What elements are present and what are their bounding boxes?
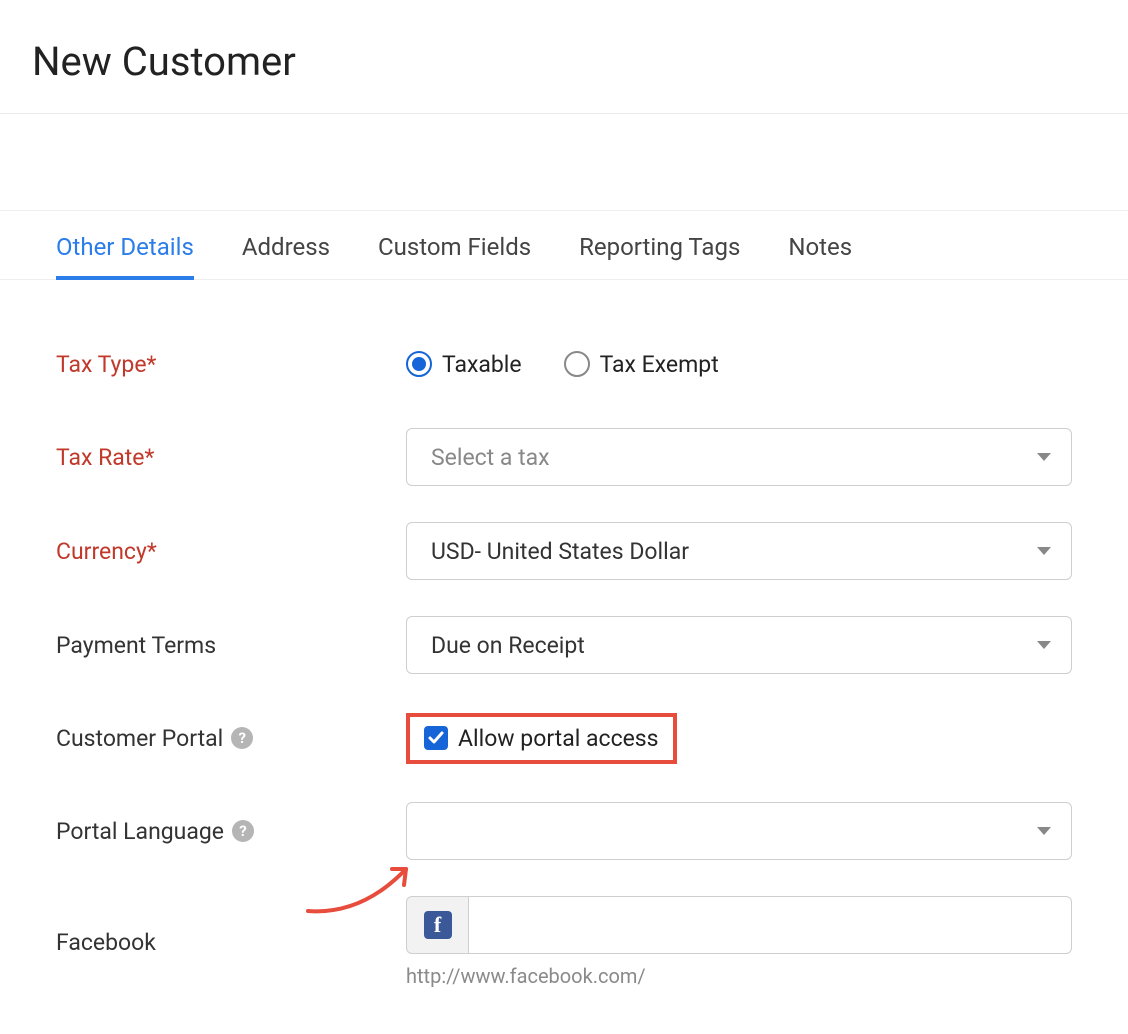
help-icon[interactable]: ?	[232, 820, 254, 842]
tax-type-radio-group: Taxable Tax Exempt	[406, 351, 1072, 378]
select-value: Due on Receipt	[431, 632, 585, 659]
tab-label: Address	[242, 233, 330, 261]
chevron-down-icon	[1037, 827, 1051, 835]
facebook-hint: http://www.facebook.com/	[406, 964, 1072, 988]
radio-taxable[interactable]: Taxable	[406, 351, 522, 378]
tab-label: Other Details	[56, 233, 194, 261]
form-other-details: Tax Type* Taxable Tax Exempt Tax Rate*	[0, 280, 1128, 1034]
select-placeholder: Select a tax	[431, 444, 550, 471]
label-customer-portal: Customer Portal ?	[56, 725, 406, 752]
radio-tax-exempt[interactable]: Tax Exempt	[564, 351, 719, 378]
help-icon[interactable]: ?	[231, 727, 253, 749]
checkbox-label: Allow portal access	[458, 725, 659, 752]
facebook-input[interactable]	[468, 896, 1072, 954]
checkbox-allow-portal-access[interactable]: Allow portal access	[424, 725, 659, 752]
select-currency[interactable]: USD- United States Dollar	[406, 522, 1072, 580]
tab-bar: Other Details Address Custom Fields Repo…	[0, 210, 1128, 280]
facebook-icon: f	[424, 911, 452, 939]
facebook-input-group: f	[406, 896, 1072, 954]
label-portal-language: Portal Language ?	[56, 818, 406, 845]
select-portal-language[interactable]	[406, 802, 1072, 860]
tab-label: Reporting Tags	[579, 233, 740, 261]
select-tax-rate[interactable]: Select a tax	[406, 428, 1072, 486]
label-payment-terms: Payment Terms	[56, 632, 406, 659]
tab-label: Notes	[788, 233, 852, 261]
radio-label: Taxable	[442, 351, 522, 378]
chevron-down-icon	[1037, 453, 1051, 461]
select-value: USD- United States Dollar	[431, 538, 689, 565]
label-tax-type: Tax Type*	[56, 351, 406, 378]
checkmark-icon	[424, 726, 448, 750]
page-title: New Customer	[32, 38, 1128, 85]
chevron-down-icon	[1037, 547, 1051, 555]
tab-notes[interactable]: Notes	[788, 211, 852, 279]
radio-icon	[564, 351, 590, 377]
select-payment-terms[interactable]: Due on Receipt	[406, 616, 1072, 674]
tab-reporting-tags[interactable]: Reporting Tags	[579, 211, 740, 279]
radio-icon	[406, 351, 432, 377]
facebook-addon: f	[406, 896, 468, 954]
chevron-down-icon	[1037, 641, 1051, 649]
label-currency: Currency*	[56, 538, 406, 565]
page-header: New Customer	[0, 0, 1128, 114]
tab-custom-fields[interactable]: Custom Fields	[378, 211, 531, 279]
label-facebook: Facebook	[56, 929, 406, 956]
label-tax-rate: Tax Rate*	[56, 444, 406, 471]
tab-other-details[interactable]: Other Details	[56, 211, 194, 279]
annotation-highlight: Allow portal access	[406, 713, 677, 764]
radio-label: Tax Exempt	[600, 351, 719, 378]
tab-address[interactable]: Address	[242, 211, 330, 279]
tab-label: Custom Fields	[378, 233, 531, 261]
